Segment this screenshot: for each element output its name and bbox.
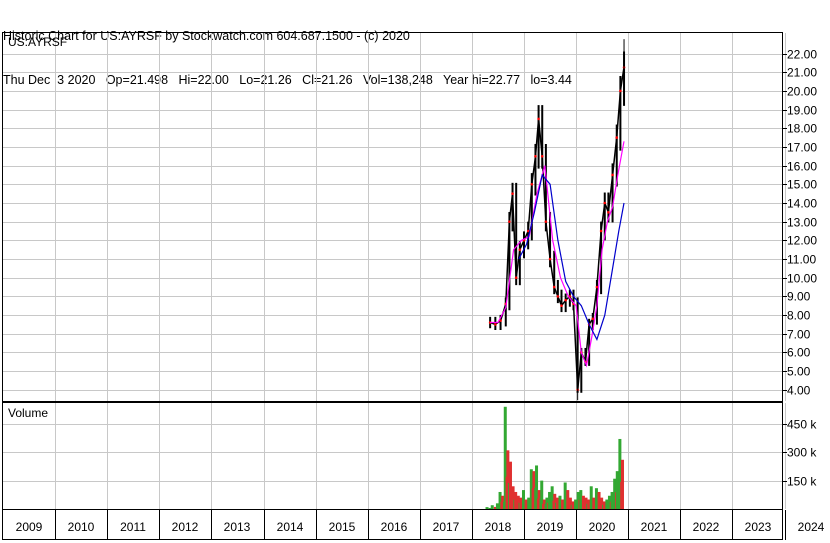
- close-point: [548, 257, 552, 261]
- y-tick-label: 5.00: [787, 365, 811, 379]
- close-point: [603, 201, 607, 205]
- x-tick-label: 2012: [172, 520, 199, 534]
- price-panel-frame: [2, 32, 783, 402]
- y-tick-label: 13.00: [787, 216, 817, 230]
- y-tick-label: 7.00: [787, 328, 811, 342]
- x-tick-label: 2021: [641, 520, 668, 534]
- price-series: [488, 39, 626, 401]
- close-point: [514, 276, 518, 280]
- close-point: [560, 304, 563, 308]
- y-tick-label: 18.00: [787, 122, 817, 136]
- y-tick-label: 17.00: [787, 141, 817, 155]
- volume-y-axis: 150 k 300 k 450 k: [782, 418, 817, 489]
- close-point: [518, 248, 522, 251]
- price-panel-label: US:AYRSF: [8, 35, 67, 49]
- x-axis: 2009 2010 2011 2012 2013 2014 2015 2016 2017 2018…: [16, 510, 825, 540]
- close-point: [595, 285, 599, 289]
- y-tick-label: 6.00: [787, 346, 811, 360]
- x-tick-label: 2019: [537, 520, 564, 534]
- x-tick-label: 2020: [589, 520, 616, 534]
- y-tick-label: 11.00: [787, 253, 816, 267]
- close-point: [611, 173, 614, 177]
- grid-lines: [3, 33, 786, 509]
- close-point: [511, 192, 514, 195]
- price-y-axis: 4.00 5.00 6.00 7.00 8.00 9.00 10.00 11.00 12.00 1…: [782, 48, 817, 398]
- y-tick-label: 19.00: [787, 104, 817, 118]
- x-tick-label: 2024: [798, 520, 825, 534]
- y-tick-label: 16.00: [787, 160, 817, 174]
- y-tick-label: 15.00: [787, 178, 817, 192]
- close-point: [494, 323, 497, 326]
- x-tick-label: 2010: [68, 520, 95, 534]
- close-point: [607, 211, 610, 214]
- x-tick-label: 2023: [745, 520, 772, 534]
- close-point: [540, 154, 544, 158]
- close-point: [556, 295, 560, 298]
- y-tick-label: 12.00: [787, 234, 817, 248]
- volume-tick-label: 450 k: [787, 418, 817, 432]
- close-point: [534, 154, 537, 158]
- y-tick-label: 20.00: [787, 85, 817, 99]
- y-tick-label: 21.00: [787, 66, 817, 80]
- x-tick-label: 2011: [120, 520, 146, 534]
- y-tick-label: 9.00: [787, 290, 811, 304]
- volume-panel-label: Volume: [8, 406, 48, 420]
- x-tick-label: 2016: [381, 520, 408, 534]
- volume-panel-frame: [2, 402, 783, 510]
- x-tick-label: 2009: [16, 520, 43, 534]
- volume-bars: [485, 406, 624, 509]
- close-point: [530, 183, 534, 186]
- close-point: [615, 136, 619, 139]
- close-point: [619, 89, 622, 93]
- y-tick-label: 10.00: [787, 272, 817, 286]
- volume-tick-label: 300 k: [787, 446, 817, 460]
- y-tick-label: 4.00: [787, 384, 811, 398]
- stock-chart: 2009 2010 2011 2012 2013 2014 2015 2016 2017 2018…: [2, 32, 825, 540]
- close-point: [508, 220, 511, 223]
- volume-bar: [620, 459, 624, 509]
- x-tick-label: 2013: [224, 520, 251, 534]
- y-tick-label: 14.00: [787, 197, 817, 211]
- y-tick-label: 22.00: [787, 48, 817, 62]
- x-tick-label: 2022: [693, 520, 720, 534]
- close-point: [544, 220, 548, 223]
- x-tick-label: 2017: [433, 520, 460, 534]
- x-tick-label: 2014: [277, 520, 304, 534]
- y-tick-label: 8.00: [787, 309, 811, 323]
- close-point: [599, 229, 603, 233]
- close-point: [564, 298, 567, 302]
- volume-bar: [485, 507, 489, 509]
- volume-bar: [490, 505, 494, 509]
- close-point: [552, 285, 556, 289]
- close-point: [591, 317, 595, 321]
- close-point: [537, 117, 540, 121]
- x-tick-label: 2015: [329, 520, 356, 534]
- x-tick-label: 2018: [485, 520, 512, 534]
- volume-tick-label: 150 k: [787, 475, 817, 489]
